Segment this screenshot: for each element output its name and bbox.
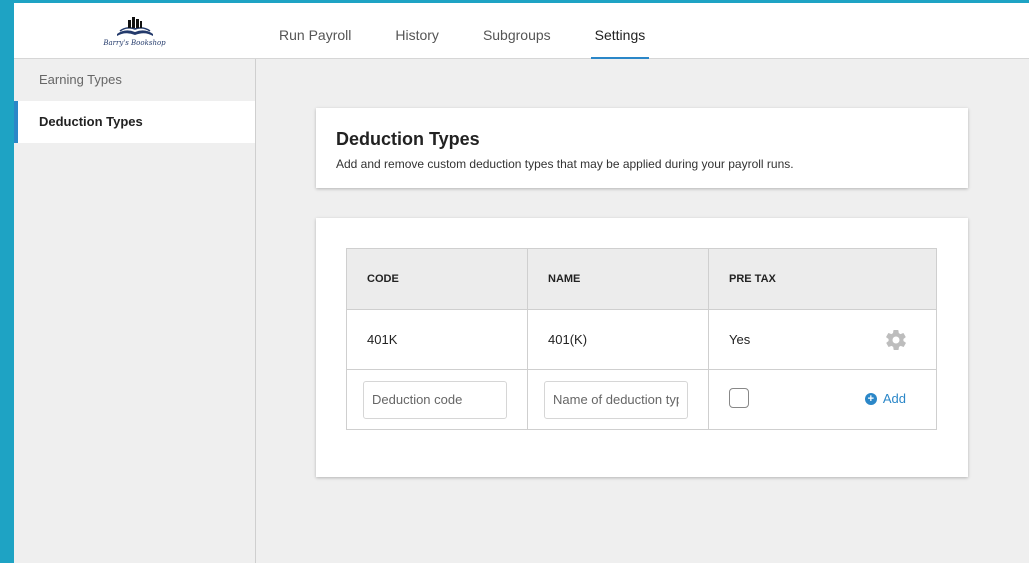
pre-tax-value: Yes xyxy=(729,332,751,347)
cell-pre-tax: Yes xyxy=(708,309,937,370)
add-label: Add xyxy=(882,391,906,406)
settings-sidebar: Earning Types Deduction Types xyxy=(14,59,256,563)
app-window: Barry's Bookshop Run Payroll History Sub… xyxy=(14,3,1029,563)
page-subtitle: Add and remove custom deduction types th… xyxy=(336,157,794,171)
cell-new-name xyxy=(527,369,709,430)
deduction-code-input[interactable] xyxy=(363,380,507,419)
table-row: 401K 401(K) Yes xyxy=(346,309,937,370)
deduction-types-table-card: CODE NAME PRE TAX 401K 401(K) Yes Deduct… xyxy=(316,218,968,477)
deduction-types-header-card: Deduction Types Add and remove custom de… xyxy=(316,108,968,188)
main-nav: Run Payroll History Subgroups Settings xyxy=(279,3,689,59)
tab-run-payroll[interactable]: Run Payroll xyxy=(279,3,351,58)
tab-subgroups[interactable]: Subgroups xyxy=(483,3,551,58)
column-header-pre-tax: PRE TAX xyxy=(708,248,937,310)
sidebar-item-deduction-types[interactable]: Deduction Types xyxy=(14,101,255,143)
tab-history[interactable]: History xyxy=(395,3,439,58)
pre-tax-checkbox[interactable] xyxy=(729,388,749,408)
brand-logo[interactable]: Barry's Bookshop xyxy=(14,3,255,58)
sidebar-item-earning-types[interactable]: Earning Types xyxy=(14,59,255,101)
tab-settings[interactable]: Settings xyxy=(590,3,649,59)
deduction-name-input[interactable] xyxy=(544,380,688,419)
column-header-code: CODE xyxy=(346,248,528,310)
page-title: Deduction Types xyxy=(336,129,480,149)
column-header-name: NAME xyxy=(527,248,709,310)
cell-name: 401(K) xyxy=(527,309,709,370)
plus-circle-icon: + xyxy=(864,392,877,405)
table-header-row: CODE NAME PRE TAX xyxy=(346,248,937,310)
cell-code: 401K xyxy=(346,309,528,370)
new-deduction-row: + Add xyxy=(346,369,937,430)
book-stack-logo-icon xyxy=(116,17,153,36)
gear-icon[interactable] xyxy=(884,328,908,352)
deduction-types-table: CODE NAME PRE TAX 401K 401(K) Yes Deduct… xyxy=(346,248,937,430)
top-bar: Barry's Bookshop Run Payroll History Sub… xyxy=(14,3,1029,59)
cell-new-code xyxy=(346,369,528,430)
add-deduction-button[interactable]: + Add xyxy=(864,391,906,406)
brand-name: Barry's Bookshop xyxy=(103,39,166,47)
cell-new-pre-tax: + Add xyxy=(708,369,937,430)
